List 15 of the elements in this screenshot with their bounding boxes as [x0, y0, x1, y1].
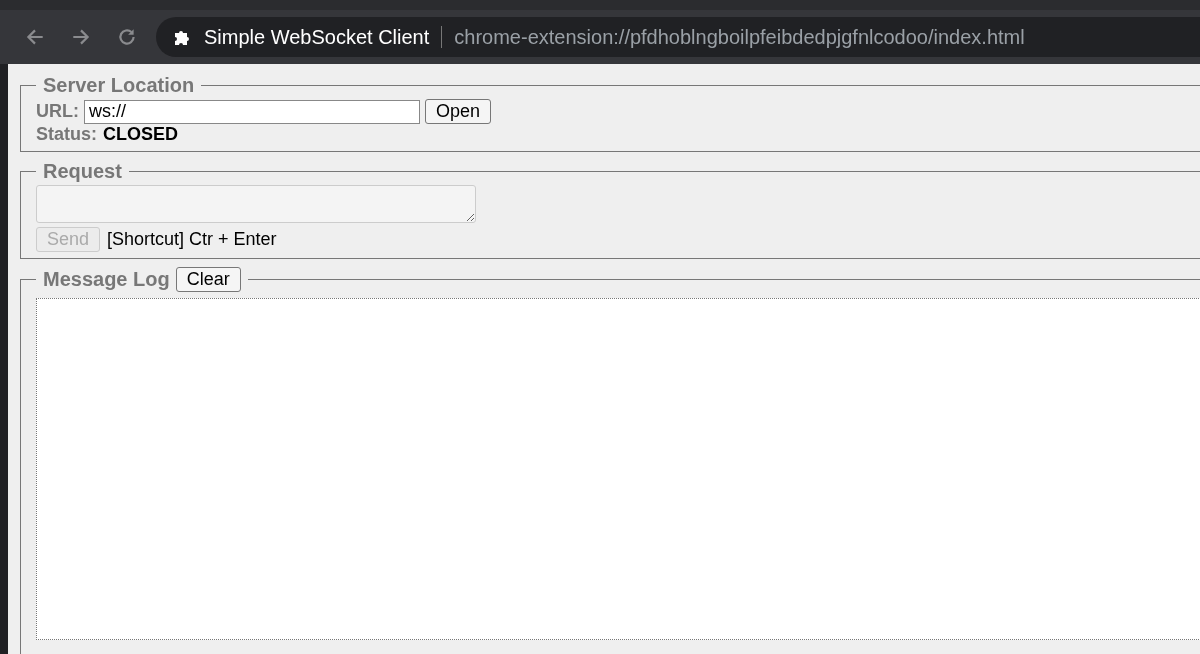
shortcut-hint: [Shortcut] Ctr + Enter: [107, 229, 277, 250]
panel-legend: Message Log: [43, 268, 170, 291]
panel-legend: Server Location: [36, 74, 202, 97]
url-label: URL:: [36, 101, 79, 122]
panel-legend: Request: [36, 160, 129, 183]
url-field[interactable]: ws://: [84, 99, 420, 124]
request-field[interactable]: [36, 185, 476, 223]
reload-icon[interactable]: [116, 26, 138, 48]
open-button[interactable]: Open: [425, 99, 492, 124]
clear-button[interactable]: Clear: [175, 267, 241, 292]
status-label: Status:: [36, 124, 97, 145]
url-text: chrome-extension://pfdhoblngboilpfeibdedpjgfnlcodoo/index.html: [454, 25, 1025, 49]
status-value: CLOSED: [103, 124, 179, 145]
address-bar[interactable]: Simple WebSocket Client chrome-extension://pfdhoblngboilpfeibdedpjgfnlcodoo/index.html: [156, 17, 1200, 57]
page-title: Simple WebSocket Client: [204, 25, 430, 49]
